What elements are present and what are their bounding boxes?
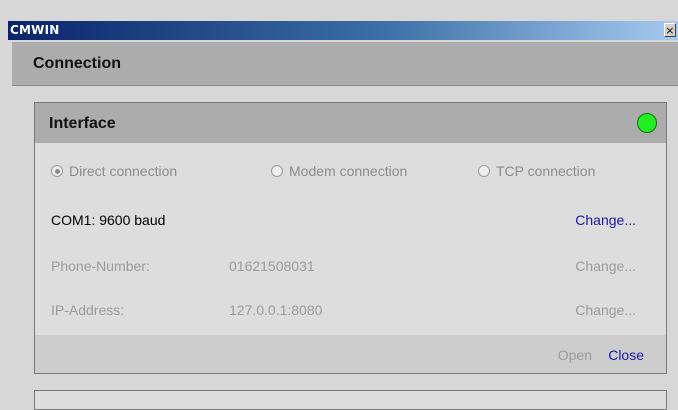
phone-change-link[interactable]: Change...: [575, 258, 636, 274]
interface-header: Interface: [35, 103, 666, 143]
ip-address-label: IP-Address:: [51, 302, 125, 318]
interface-title: Interface: [49, 115, 116, 132]
status-led-icon: [637, 113, 657, 133]
connection-header: Connection: [12, 42, 678, 86]
interface-panel: Interface Direct connection Modem connec…: [34, 102, 667, 374]
connection-title: Connection: [33, 55, 121, 72]
open-link[interactable]: Open: [558, 347, 592, 363]
radio-checked-icon: [51, 165, 63, 177]
radio-direct-label: Direct connection: [69, 163, 178, 179]
radio-modem-label: Modem connection: [289, 163, 408, 179]
ip-address-row: IP-Address: 127.0.0.1:8080 Change...: [35, 302, 666, 320]
phone-number-label: Phone-Number:: [51, 258, 150, 274]
window-title: CMWIN: [10, 23, 60, 37]
ip-address-value: 127.0.0.1:8080: [229, 302, 323, 318]
radio-tcp-label: TCP connection: [496, 163, 596, 179]
radio-modem-connection[interactable]: Modem connection: [271, 163, 407, 179]
close-link[interactable]: Close: [608, 347, 644, 363]
window-titlebar: CMWIN ×: [8, 21, 678, 40]
window-close-button[interactable]: ×: [664, 23, 676, 37]
com-port-row: COM1: 9600 baud Change...: [35, 212, 666, 230]
radio-tcp-connection[interactable]: TCP connection: [478, 163, 595, 179]
com-change-link[interactable]: Change...: [575, 212, 636, 228]
phone-number-value: 01621508031: [229, 258, 315, 274]
radio-direct-connection[interactable]: Direct connection: [51, 163, 177, 179]
ip-change-link[interactable]: Change...: [575, 302, 636, 318]
radio-unchecked-icon: [271, 165, 283, 177]
phone-number-row: Phone-Number: 01621508031 Change...: [35, 258, 666, 276]
radio-unchecked-icon: [478, 165, 490, 177]
connection-type-group: Direct connection Modem connection TCP c…: [35, 163, 666, 183]
next-panel: [34, 390, 667, 410]
com-port-label: COM1: 9600 baud: [51, 212, 166, 228]
interface-footer: Open Close: [35, 335, 666, 373]
